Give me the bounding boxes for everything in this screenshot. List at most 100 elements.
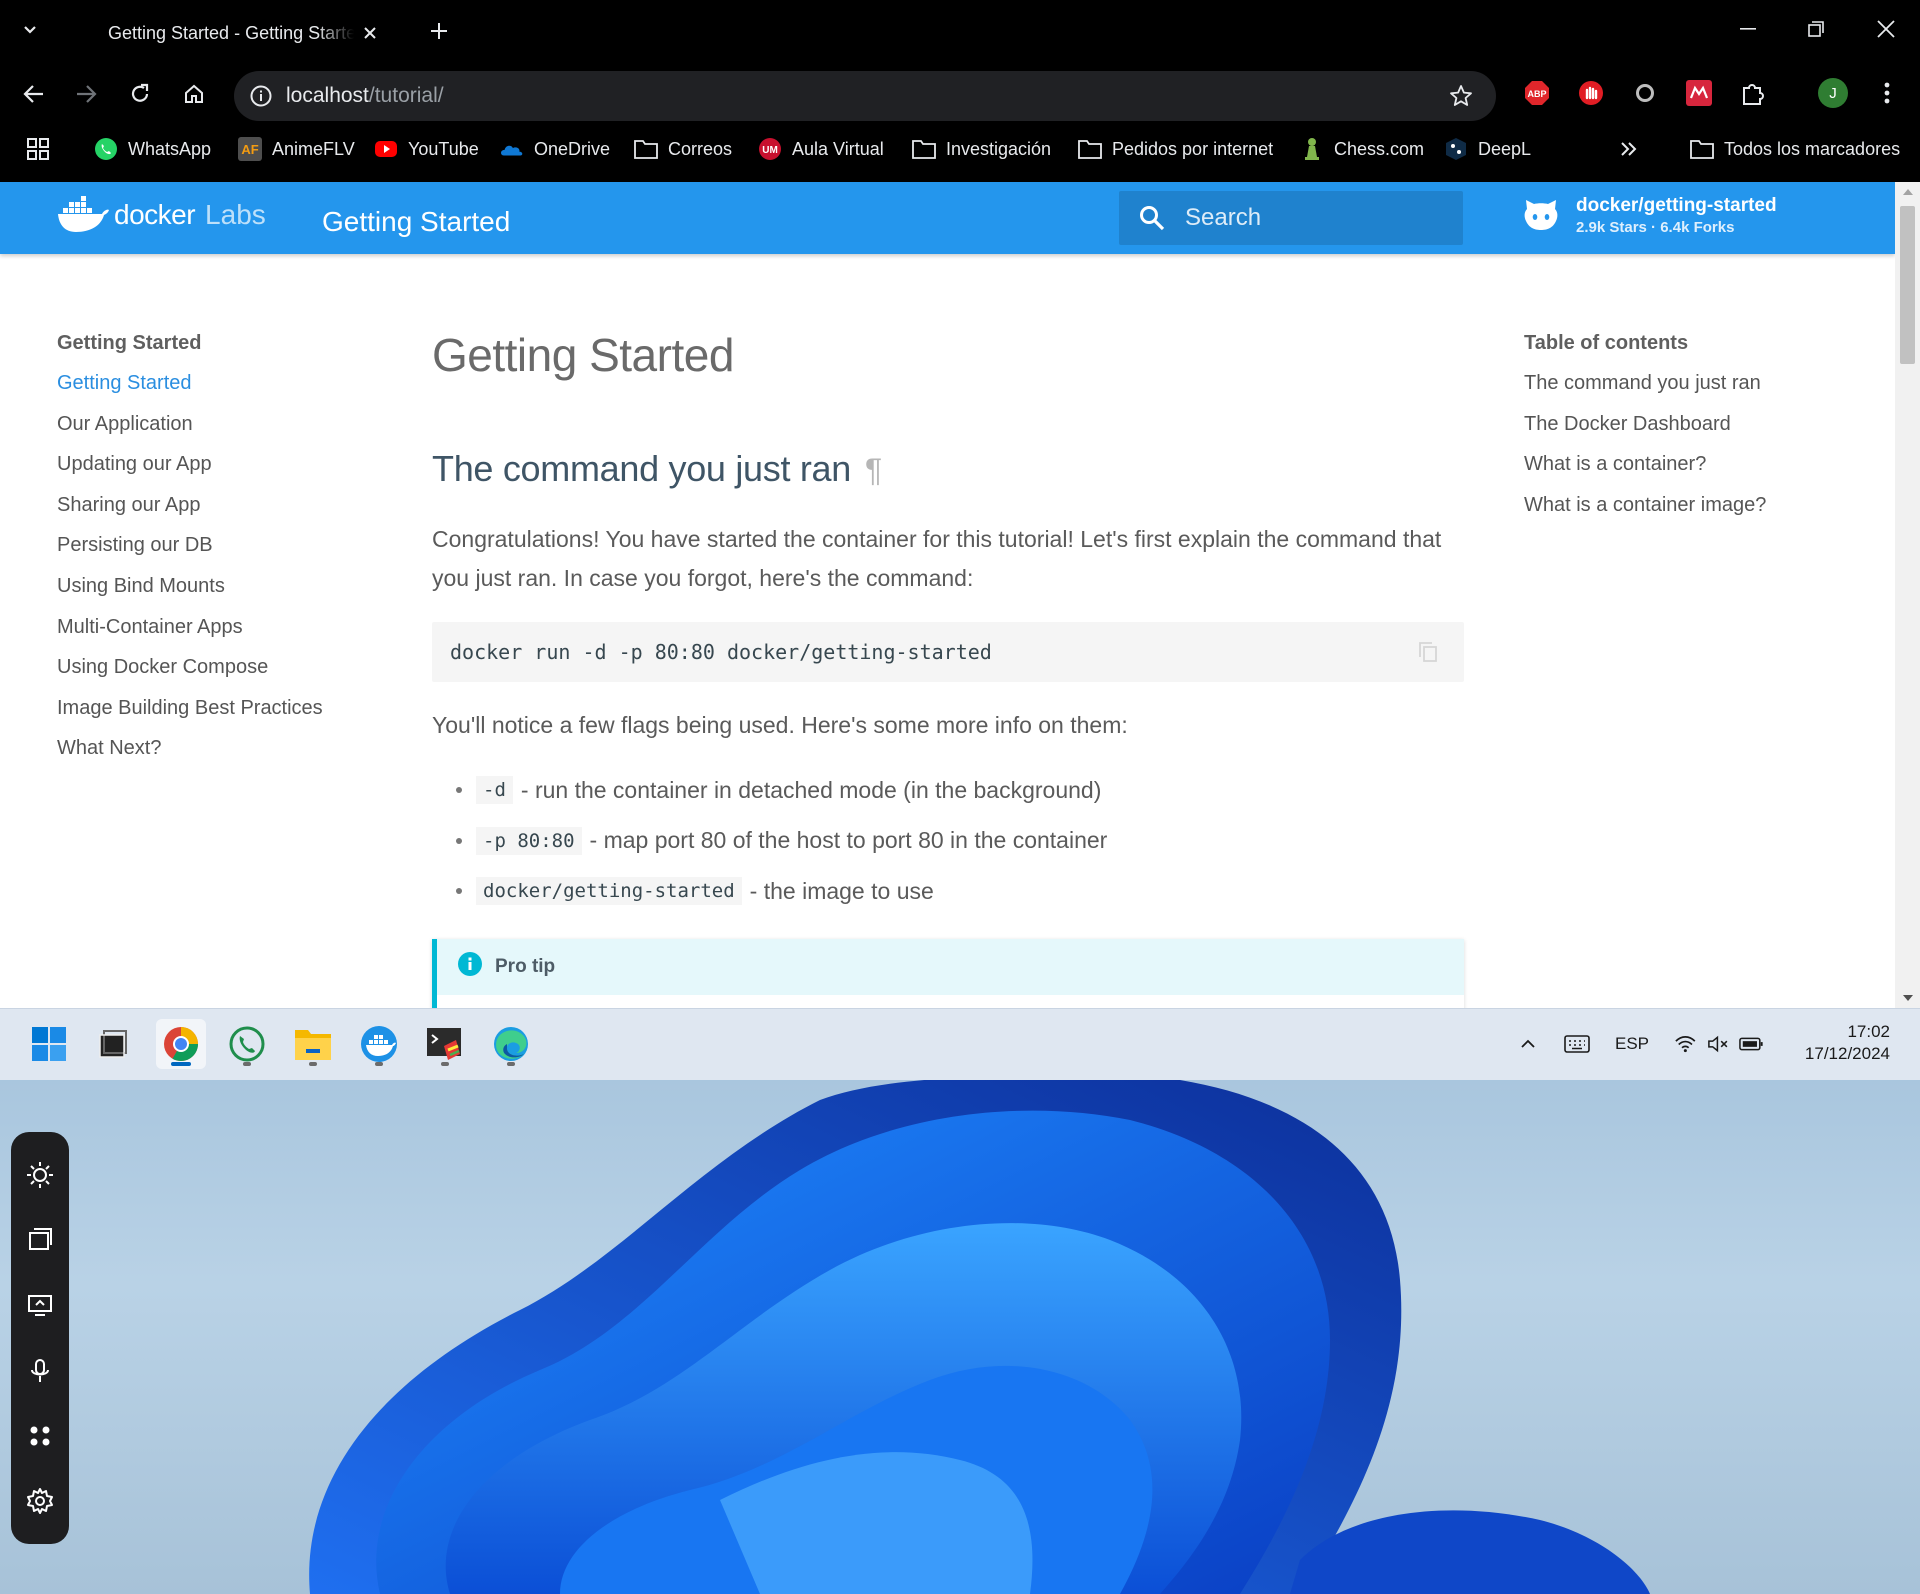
bookmark-chess[interactable]: Chess.com	[1300, 136, 1424, 162]
whatsapp-icon	[94, 137, 118, 161]
forward-arrow-icon[interactable]	[70, 78, 102, 110]
network-volume-battery-group[interactable]	[1674, 1029, 1764, 1059]
site-info-icon[interactable]	[246, 81, 276, 111]
tab-close-icon[interactable]	[360, 23, 380, 43]
flag-list: -d - run the container in detached mode (…	[456, 765, 1464, 917]
minimize-icon[interactable]	[1730, 14, 1766, 44]
edge-icon[interactable]	[486, 1019, 536, 1069]
whatsapp-icon[interactable]	[222, 1019, 272, 1069]
logo-labs: Labs	[205, 199, 266, 230]
settings-gear-icon[interactable]	[20, 1481, 60, 1521]
bookmark-youtube[interactable]: YouTube	[374, 136, 479, 162]
windows-stack-icon[interactable]	[20, 1220, 60, 1260]
chrome-icon[interactable]	[156, 1019, 206, 1069]
docker-icon[interactable]	[354, 1019, 404, 1069]
tab-search-chevron-icon[interactable]	[18, 18, 42, 42]
pro-tip-admonition: Pro tip	[432, 938, 1464, 1008]
nav-item-our-application[interactable]: Our Application	[57, 413, 357, 454]
main-content: Getting Started The command you just ran…	[432, 332, 1464, 1008]
extensions-puzzle-icon[interactable]	[1738, 78, 1768, 108]
touch-keyboard-icon[interactable]	[1562, 1029, 1592, 1059]
nav-item-multi-container-apps[interactable]: Multi-Container Apps	[57, 616, 357, 657]
brightness-icon[interactable]	[20, 1155, 60, 1195]
side-widget-bar	[11, 1132, 69, 1544]
permalink-anchor[interactable]: ¶	[865, 452, 882, 488]
toc-item-container[interactable]: What is a container?	[1524, 453, 1864, 494]
nav-item-persisting-our-db[interactable]: Persisting our DB	[57, 534, 357, 575]
page-scrollbar[interactable]	[1895, 182, 1920, 1008]
deepl-icon	[1444, 137, 1468, 161]
restore-icon[interactable]	[1798, 14, 1834, 44]
bookmark-whatsapp[interactable]: WhatsApp	[94, 136, 211, 162]
terminal-icon[interactable]	[420, 1019, 470, 1069]
menu-kebab-icon[interactable]	[1872, 78, 1902, 108]
toc-item-command[interactable]: The command you just ran	[1524, 372, 1864, 413]
docker-labs-logo[interactable]: docker Labs	[56, 196, 266, 234]
bookmark-folder-correos[interactable]: Correos	[634, 136, 732, 162]
home-icon[interactable]	[178, 78, 210, 110]
start-icon[interactable]	[24, 1019, 74, 1069]
address-bar[interactable]: localhost/tutorial/	[234, 71, 1496, 121]
input-language[interactable]: ESP	[1614, 1029, 1650, 1059]
nav-item-using-docker-compose[interactable]: Using Docker Compose	[57, 656, 357, 697]
scroll-down-arrow-icon[interactable]	[1895, 988, 1920, 1008]
active-tab[interactable]: Getting Started - Getting Started	[88, 12, 404, 54]
nav-item-using-bind-mounts[interactable]: Using Bind Mounts	[57, 575, 357, 616]
um-icon: UM	[758, 137, 782, 161]
nav-item-what-next[interactable]: What Next?	[57, 737, 357, 778]
logo-word: docker	[114, 199, 196, 230]
apps-launcher-icon[interactable]	[26, 136, 50, 162]
taskview-icon[interactable]	[88, 1019, 138, 1069]
flag-code: -p 80:80	[476, 826, 582, 855]
table-of-contents: Table of contents The command you just r…	[1524, 332, 1864, 534]
close-window-icon[interactable]	[1868, 14, 1904, 44]
nav-item-updating-our-app[interactable]: Updating our App	[57, 453, 357, 494]
microphone-icon[interactable]	[20, 1351, 60, 1391]
bookmark-folder-pedidos[interactable]: Pedidos por internet	[1078, 136, 1273, 162]
bookmark-aula-virtual[interactable]: UM Aula Virtual	[758, 136, 884, 162]
screen-share-icon[interactable]	[20, 1285, 60, 1325]
section-title: The command you just ran ¶	[432, 448, 882, 489]
file-explorer-icon[interactable]	[288, 1019, 338, 1069]
bookmark-deepl[interactable]: DeepL	[1444, 136, 1531, 162]
search-input[interactable]	[1185, 204, 1435, 232]
circle-extension-icon[interactable]	[1630, 78, 1660, 108]
nav-item-image-building[interactable]: Image Building Best Practices	[57, 697, 357, 738]
wifi-icon	[1675, 1036, 1696, 1053]
show-hidden-icons-chevron-icon[interactable]	[1514, 1029, 1542, 1059]
scroll-thumb[interactable]	[1900, 206, 1915, 364]
apps-grid-icon[interactable]	[20, 1416, 60, 1456]
more-bookmarks-chevron-icon[interactable]	[1620, 136, 1638, 162]
nav-item-getting-started[interactable]: Getting Started	[57, 372, 357, 413]
bookmark-star-icon[interactable]	[1448, 83, 1474, 109]
scroll-up-arrow-icon[interactable]	[1895, 182, 1920, 202]
folder-icon	[1690, 137, 1714, 161]
folder-icon	[1078, 137, 1102, 161]
toc-item-container-image[interactable]: What is a container image?	[1524, 494, 1864, 535]
bookmark-animeflv[interactable]: AF AnimeFLV	[238, 136, 355, 162]
site-search[interactable]	[1119, 191, 1463, 245]
bloom-wallpaper	[309, 1080, 1650, 1594]
profile-avatar[interactable]: J	[1818, 78, 1848, 108]
github-repo-link[interactable]: docker/getting-started 2.9k Stars · 6.4k…	[1520, 194, 1777, 236]
docker-whale-icon	[58, 196, 109, 232]
primary-nav: Getting Started Getting Started Our Appl…	[57, 332, 357, 778]
nav-item-sharing-our-app[interactable]: Sharing our App	[57, 494, 357, 535]
flags-intro-paragraph: You'll notice a few flags being used. He…	[432, 712, 1128, 738]
all-bookmarks-folder[interactable]: Todos los marcadores	[1690, 136, 1900, 162]
clock[interactable]: 17:02 17/12/2024	[1805, 1021, 1890, 1065]
ublock-hand-icon[interactable]	[1576, 78, 1606, 108]
mendeley-icon[interactable]	[1684, 78, 1714, 108]
bookmark-folder-investigacion[interactable]: Investigación	[912, 136, 1051, 162]
back-arrow-icon[interactable]	[18, 78, 50, 110]
toc-item-dashboard[interactable]: The Docker Dashboard	[1524, 413, 1864, 454]
bookmark-onedrive[interactable]: OneDrive	[500, 136, 610, 162]
chrome-window: Getting Started - Getting Started localh…	[0, 0, 1920, 1008]
reload-icon[interactable]	[124, 78, 156, 110]
copy-clipboard-icon[interactable]	[1416, 640, 1440, 664]
flag-description: - the image to use	[749, 877, 934, 904]
flag-description: - run the container in detached mode (in…	[520, 776, 1102, 803]
tip-title: Pro tip	[495, 955, 556, 977]
new-tab-plus-icon[interactable]	[426, 18, 452, 44]
adblock-plus-icon[interactable]: ABP	[1522, 78, 1552, 108]
